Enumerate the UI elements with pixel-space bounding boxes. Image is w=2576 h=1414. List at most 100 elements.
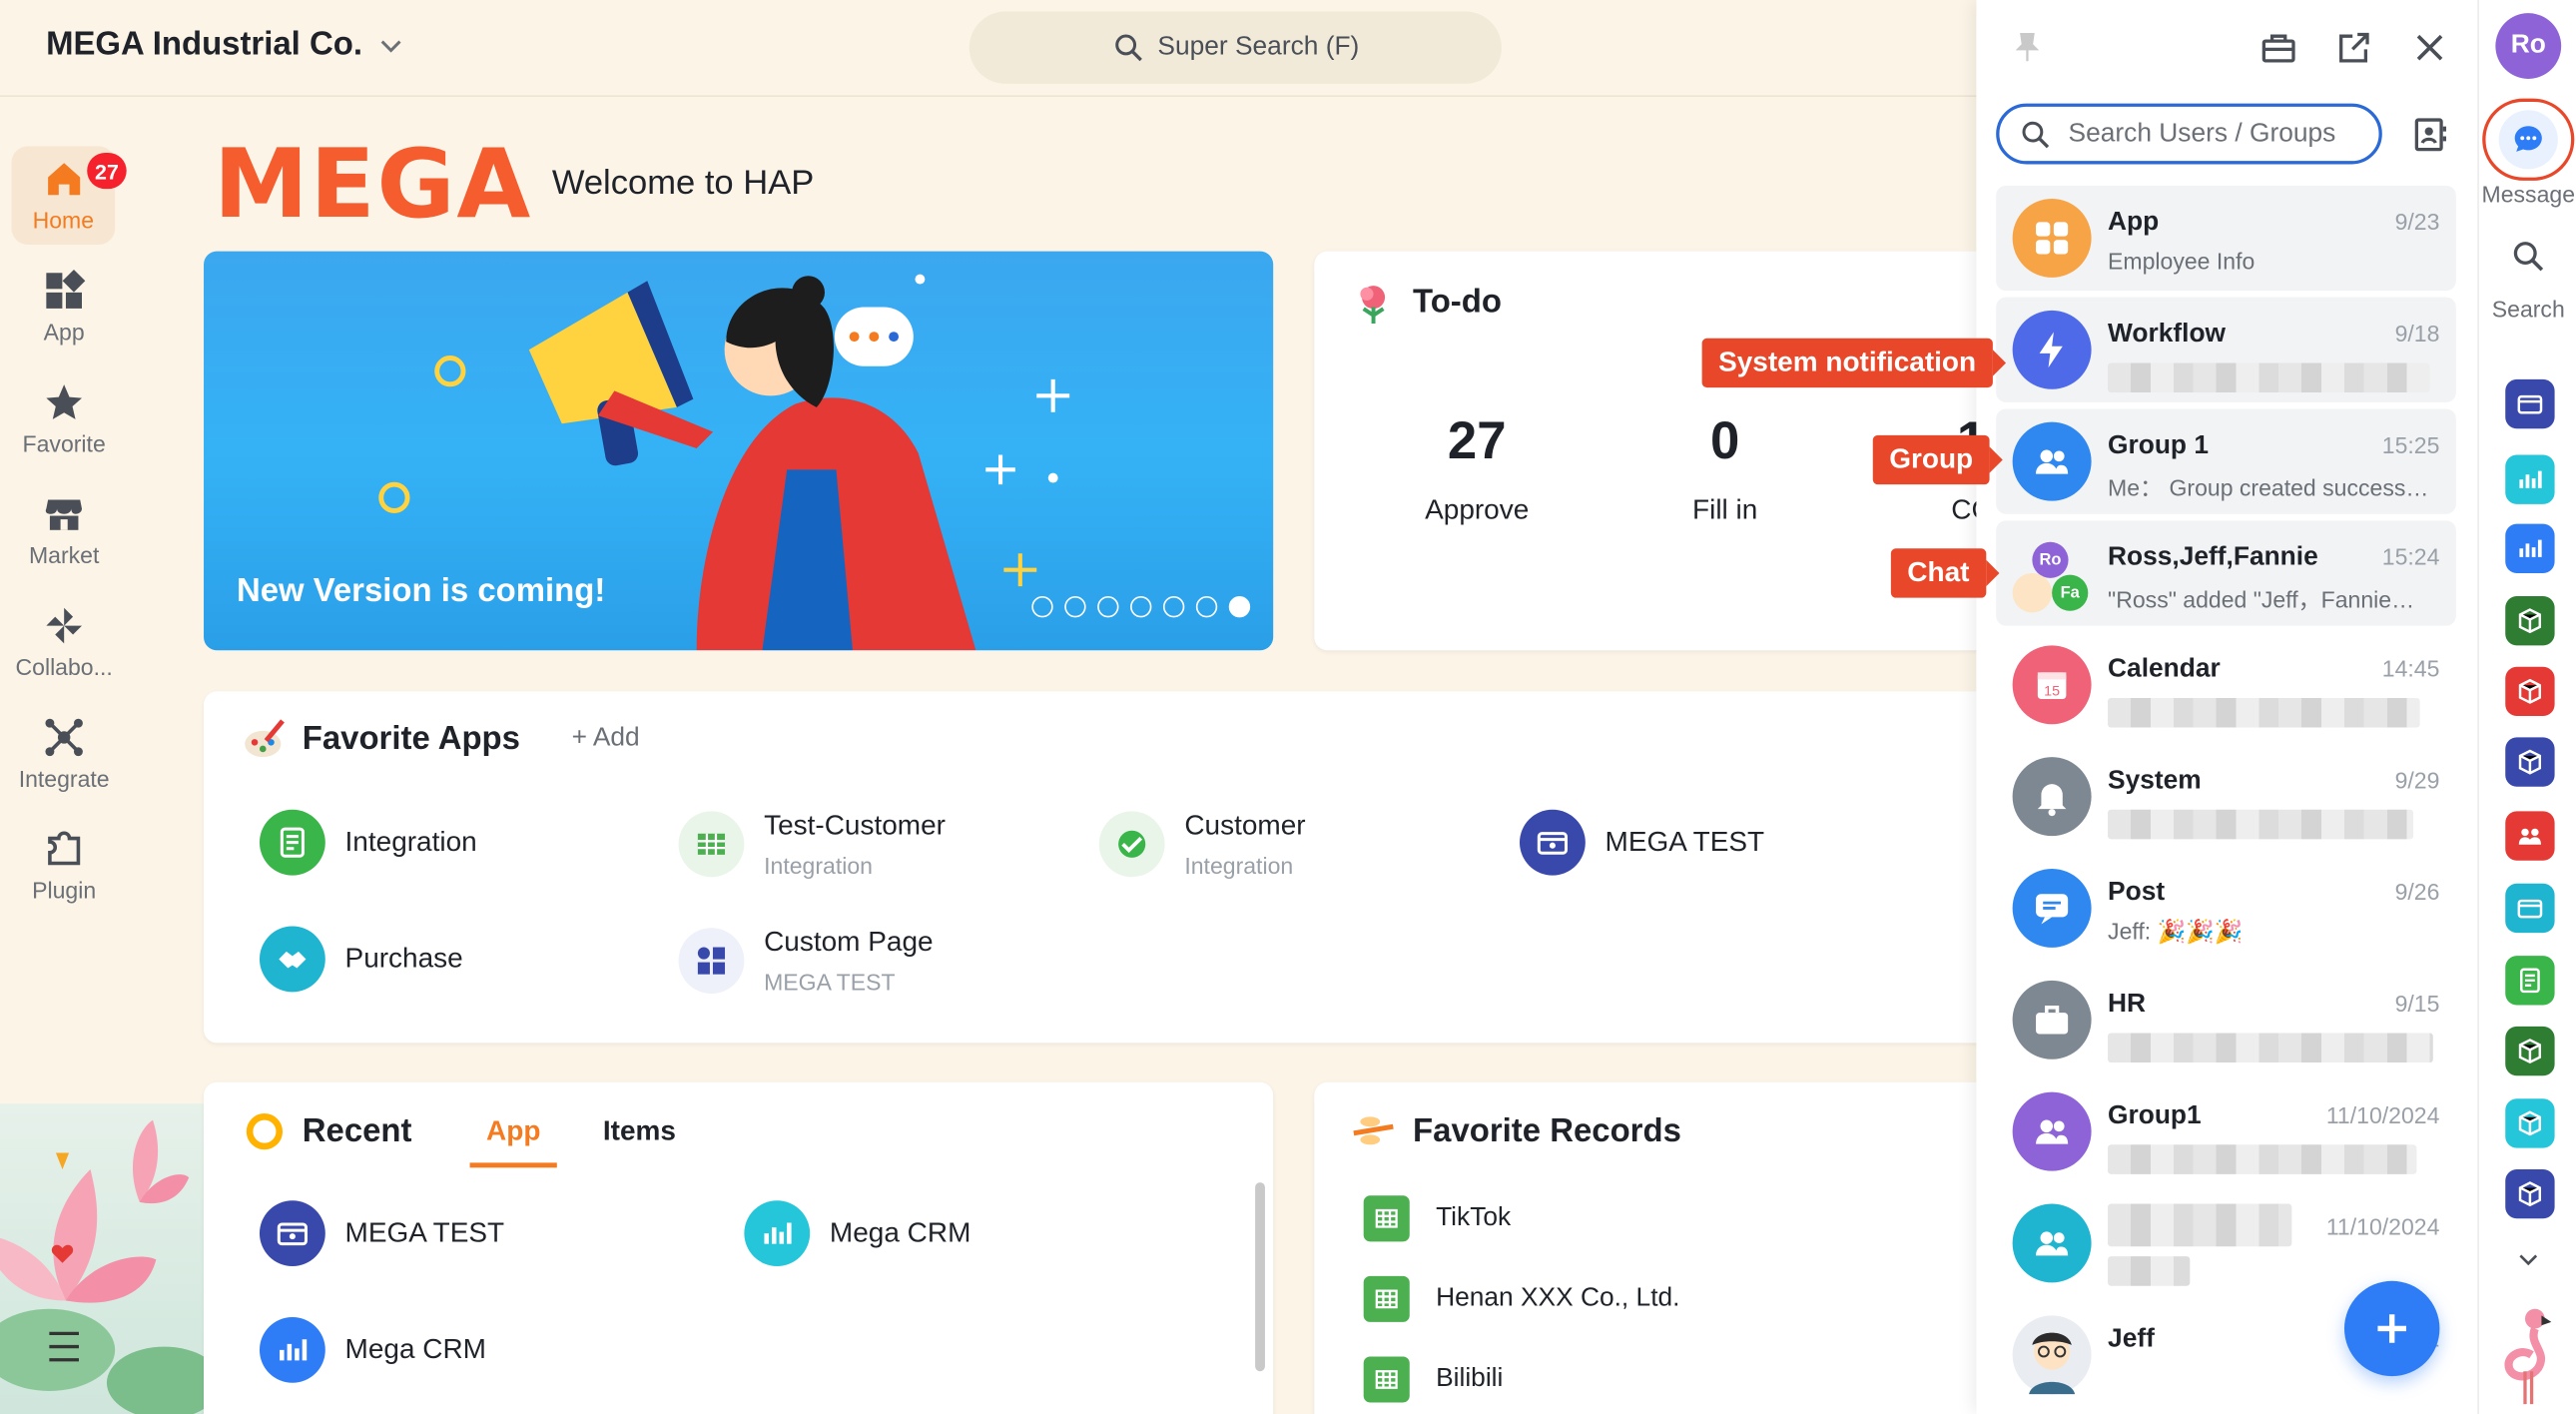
box-icon[interactable] (2505, 595, 2555, 646)
favorite-app-item[interactable]: Custom Page MEGA TEST (678, 927, 934, 996)
search-icon[interactable] (2510, 238, 2546, 274)
favorite-apps-title-text: Favorite Apps (302, 720, 520, 757)
open-external-icon[interactable] (2334, 28, 2373, 67)
bar-chart-icon[interactable] (2505, 523, 2555, 573)
recent-item[interactable]: Mega CRM (744, 1200, 970, 1266)
favorite-record-item[interactable]: Bilibili (1363, 1356, 1503, 1403)
todo-approve-label: Approve (1425, 494, 1530, 526)
conversation-item[interactable]: 15 Calendar 14:45 (1996, 632, 2456, 737)
box-icon[interactable] (2505, 1098, 2555, 1148)
nav-home-label: Home (32, 207, 95, 234)
cash-register-icon[interactable] (2505, 378, 2555, 429)
recent-item[interactable]: MEGA TEST (259, 1200, 504, 1266)
add-favorite-app-button[interactable]: + Add (572, 724, 640, 754)
nav-item-integrate[interactable]: Integrate (0, 705, 128, 804)
nav-item-app[interactable]: App (0, 258, 128, 356)
favorite-app-name: Purchase (344, 943, 463, 975)
conversation-item[interactable]: App 9/23 Employee Info (1996, 185, 2456, 292)
chevron-down-icon[interactable] (2515, 1246, 2541, 1272)
todo-title-text: To-do (1413, 283, 1502, 320)
people-icon[interactable] (2505, 811, 2555, 861)
favorite-app-item[interactable]: Purchase (259, 926, 463, 993)
carousel-dot-active[interactable] (1228, 595, 1251, 618)
conversation-item[interactable]: 11/10/2024 (1996, 1190, 2456, 1295)
conversation-item[interactable]: Group 1 15:25 Me： Group created success… (1996, 408, 2456, 514)
conversation-item[interactable]: HR 9/15 (1996, 968, 2456, 1072)
nav-item-collaborate[interactable]: Collabo... (0, 593, 128, 692)
favorite-app-item[interactable]: MEGA TEST (1519, 809, 1765, 876)
bar-chart-icon[interactable] (2505, 454, 2555, 504)
conversation-name: Group 1 (2108, 431, 2209, 460)
address-book-icon[interactable] (2410, 115, 2449, 154)
table-icon (1363, 1195, 1410, 1242)
recent-item[interactable]: Mega CRM (259, 1316, 486, 1383)
carousel-dot[interactable] (1064, 595, 1086, 618)
box-icon[interactable] (2505, 1026, 2555, 1076)
box-icon[interactable] (2505, 666, 2555, 717)
nav-favorite-label: Favorite (22, 429, 106, 457)
flamingo-icon (2504, 1308, 2552, 1405)
nav-item-plugin[interactable]: Plugin (0, 816, 128, 915)
conversation-name: App (2108, 208, 2160, 237)
pinwheel-icon (46, 607, 82, 644)
cash-register-icon[interactable] (2505, 883, 2555, 934)
box-icon[interactable] (2505, 737, 2555, 787)
todo-fill-in-label: Fill in (1692, 494, 1758, 526)
carousel-dot[interactable] (1130, 595, 1152, 618)
group-icon (2012, 1203, 2092, 1283)
tab-recent-items[interactable]: Items (603, 1115, 676, 1148)
conversation-item[interactable]: Workflow 9/18 (1996, 297, 2456, 402)
favorite-app-item[interactable]: Test-Customer Integration (678, 810, 946, 879)
box-icon[interactable] (2505, 1168, 2555, 1219)
user-group-search-input[interactable]: Search Users / Groups (1996, 103, 2382, 165)
custom-page-icon (678, 928, 745, 994)
todo-approve[interactable]: 27 Approve (1378, 410, 1575, 527)
conversation-item[interactable]: Group1 11/10/2024 (1996, 1079, 2456, 1184)
favorite-app-item[interactable]: Integration (259, 809, 477, 876)
conversation-time: 15:25 (2381, 431, 2440, 458)
carousel-dot[interactable] (1195, 595, 1218, 618)
bell-icon (2012, 757, 2092, 837)
favorite-app-name: MEGA TEST (1605, 826, 1765, 858)
new-chat-button[interactable] (2343, 1280, 2440, 1377)
promo-banner[interactable]: New Version is coming! (204, 251, 1274, 651)
nav-item-home[interactable]: Home 27 (11, 146, 127, 246)
super-search-input[interactable]: Super Search (F) (968, 11, 1502, 84)
conversation-item[interactable]: Post 9/26 Jeff: 🎉🎉🎉 (1996, 856, 2456, 961)
recent-scrollbar[interactable] (1255, 1182, 1265, 1372)
conversation-item[interactable]: System 9/29 (1996, 744, 2456, 849)
user-avatar-jeff (2012, 1315, 2092, 1395)
close-icon[interactable] (2410, 28, 2449, 67)
message-button[interactable] (2482, 98, 2575, 181)
current-user-avatar[interactable]: Ro (2495, 13, 2562, 79)
pin-icon[interactable] (2009, 30, 2045, 66)
document-icon[interactable] (2505, 956, 2555, 1006)
toolbox-icon[interactable] (2258, 28, 2297, 67)
callout-group: Group (1872, 434, 2003, 485)
blurred-preview (2108, 1144, 2417, 1174)
bar-chart-icon (744, 1200, 811, 1266)
favorite-record-item[interactable]: TikTok (1363, 1195, 1511, 1242)
carousel-dots (1031, 595, 1251, 618)
org-switcher[interactable]: MEGA Industrial Co. (46, 26, 405, 64)
nav-item-market[interactable]: Market (0, 481, 128, 580)
nav-item-favorite[interactable]: Favorite (0, 369, 128, 468)
recent-title-text: Recent (302, 1112, 412, 1149)
home-icon (47, 163, 80, 196)
briefcase-icon (2012, 980, 2092, 1060)
carousel-dot[interactable] (1097, 595, 1119, 618)
carousel-dot[interactable] (1031, 595, 1053, 618)
todo-fill-in[interactable]: 0 Fill in (1626, 410, 1823, 527)
conversation-time: 11/10/2024 (2325, 1101, 2440, 1128)
nav-plugin-label: Plugin (32, 877, 97, 904)
search-icon (1114, 34, 1142, 62)
todo-approve-count: 27 (1447, 410, 1507, 470)
conversation-time: 9/15 (2394, 990, 2440, 1018)
app-grid-icon (46, 269, 86, 309)
favorite-app-name: Customer (1184, 809, 1306, 842)
tab-recent-app[interactable]: App (486, 1115, 540, 1148)
favorite-app-item[interactable]: Customer Integration (1098, 809, 1306, 879)
conversation-item[interactable]: Ro Fa Ross,Jeff,Fannie 15:24 "Ross" adde… (1996, 520, 2456, 626)
favorite-record-item[interactable]: Henan XXX Co., Ltd. (1363, 1275, 1679, 1322)
carousel-dot[interactable] (1162, 595, 1185, 618)
